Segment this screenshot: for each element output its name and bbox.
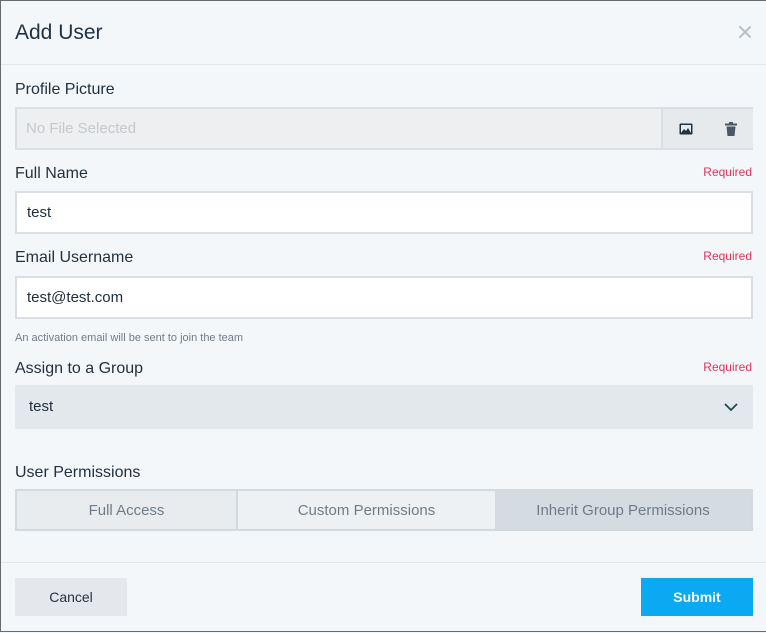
group-select[interactable]: test <box>15 385 753 429</box>
dialog-title: Add User <box>15 21 103 44</box>
image-icon <box>679 123 693 134</box>
delete-image-button[interactable] <box>709 107 753 150</box>
permission-option-full-access[interactable]: Full Access <box>17 491 238 529</box>
permissions-label: User Permissions <box>15 464 141 481</box>
dialog-header: Add User <box>1 1 766 65</box>
close-icon[interactable] <box>738 25 752 39</box>
group-select-value: test <box>29 398 54 415</box>
email-input[interactable]: test@test.com <box>15 276 753 319</box>
submit-button[interactable]: Submit <box>641 578 753 616</box>
chevron-down-icon <box>724 403 738 412</box>
upload-image-button[interactable] <box>663 107 709 150</box>
cancel-button[interactable]: Cancel <box>15 578 127 616</box>
group-required: Required <box>703 360 752 374</box>
add-user-dialog: Add User Profile Picture No File Selecte… <box>0 0 766 632</box>
full-name-required: Required <box>703 165 752 179</box>
email-label: Email Username <box>15 249 134 266</box>
permission-option-custom[interactable]: Custom Permissions <box>238 491 495 529</box>
trash-icon <box>725 121 737 136</box>
group-label: Assign to a Group <box>15 360 144 377</box>
profile-file-field[interactable]: No File Selected <box>15 107 663 150</box>
permissions-segmented-control: Full Access Custom Permissions Inherit G… <box>15 489 753 531</box>
email-required: Required <box>703 249 752 263</box>
full-name-input[interactable]: test <box>15 191 753 234</box>
profile-picture-label: Profile Picture <box>15 81 115 98</box>
email-hint: An activation email will be sent to join… <box>15 332 244 344</box>
full-name-label: Full Name <box>15 165 88 182</box>
permission-option-inherit-group[interactable]: Inherit Group Permissions <box>495 491 751 529</box>
